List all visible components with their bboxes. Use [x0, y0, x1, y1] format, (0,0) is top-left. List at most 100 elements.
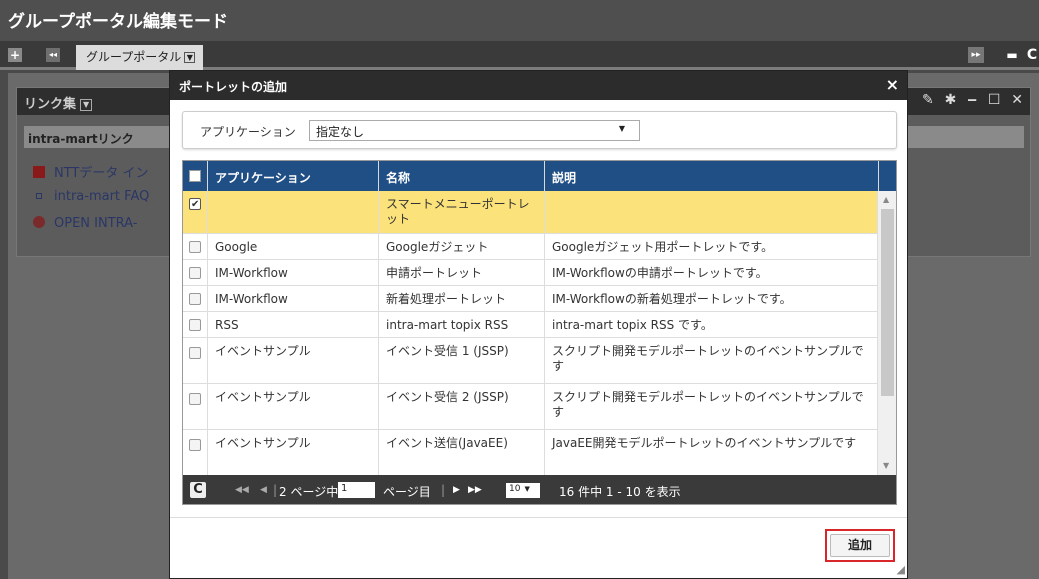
- add-button-highlight: 追加: [825, 529, 895, 562]
- scroll-down-icon[interactable]: ▼: [883, 461, 889, 470]
- checkbox-cell: [183, 338, 208, 383]
- page-suffix-label: ページ目: [383, 485, 431, 499]
- cell-description: IM-Workflowの申請ポートレットです。: [552, 266, 768, 280]
- grid-pager: C ◀◀ ◀ | 2 ページ中 1 ページ目 | ▶ ▶▶ 10 ▼ 16 件中 …: [183, 475, 896, 504]
- row-checkbox[interactable]: [189, 293, 201, 305]
- table-row[interactable]: イベントサンプル イベント送信(JavaEE) JavaEE開発モデルポートレッ…: [183, 430, 879, 475]
- grid-body: スマートメニューポートレット Google Googleガジェット Google…: [183, 191, 879, 475]
- scroll-left-icon[interactable]: ◂◂: [46, 48, 60, 62]
- grid-header: アプリケーション 名称 説明: [183, 161, 896, 191]
- pager-separator: |: [441, 483, 446, 497]
- link-label: NTTデータ イン: [54, 166, 149, 181]
- link-item-faq[interactable]: intra-mart FAQ: [33, 189, 149, 204]
- filter-label: アプリケーション: [200, 125, 296, 139]
- header-checkbox-cell: [183, 161, 208, 191]
- application-select-value: 指定なし: [316, 125, 365, 139]
- tab-group-portal[interactable]: グループポータル ▼: [76, 45, 204, 70]
- row-checkbox[interactable]: [189, 393, 201, 405]
- cell-name: イベント受信 2 (JSSP): [379, 384, 545, 429]
- row-checkbox[interactable]: [189, 439, 201, 451]
- column-header-name[interactable]: 名称: [379, 161, 545, 191]
- ntt-logo-icon: [33, 166, 45, 178]
- cell-application: イベントサンプル: [208, 384, 379, 429]
- select-all-checkbox[interactable]: [189, 170, 201, 182]
- scroll-up-icon[interactable]: ▲: [883, 195, 889, 204]
- add-portlet-dialog: ポートレットの追加 × アプリケーション 指定なし ▼ アプリケーション 名称 …: [169, 70, 908, 579]
- close-icon[interactable]: ×: [886, 75, 899, 95]
- page-size-select[interactable]: 10 ▼: [506, 483, 540, 498]
- tab-bar: + ◂◂ グループポータル ▼ ▸▸ ▬ C: [0, 41, 1039, 70]
- cell-application: イベントサンプル: [208, 430, 379, 475]
- faq-icon: [36, 193, 42, 199]
- link-item-ntt[interactable]: NTTデータ イン: [33, 162, 149, 181]
- first-page-icon[interactable]: ◀◀: [235, 485, 249, 495]
- table-row[interactable]: イベントサンプル イベント受信 1 (JSSP) スクリプト開発モデルポートレッ…: [183, 338, 879, 384]
- table-row[interactable]: RSS intra-mart topix RSS intra-mart topi…: [183, 312, 879, 338]
- record-summary: 16 件中 1 - 10 を表示: [559, 485, 681, 499]
- next-page-icon[interactable]: ▶: [453, 485, 460, 495]
- app-title: グループポータル編集モード: [0, 0, 1039, 41]
- pager-separator: |: [273, 483, 278, 497]
- cell-description: JavaEE開発モデルポートレットのイベントサンプルです: [552, 436, 857, 450]
- dialog-title-text: ポートレットの追加: [179, 80, 288, 94]
- tab-dropdown-icon[interactable]: ▼: [184, 52, 196, 63]
- checkbox-cell: [183, 260, 208, 285]
- table-row[interactable]: スマートメニューポートレット: [183, 191, 879, 234]
- portlet-grid: アプリケーション 名称 説明 スマートメニューポートレット Google Goo…: [182, 160, 897, 505]
- add-tab-icon[interactable]: +: [8, 48, 22, 62]
- scrollbar-thumb[interactable]: [881, 209, 894, 396]
- row-checkbox[interactable]: [189, 197, 201, 212]
- link-label: OPEN INTRA-: [54, 216, 138, 231]
- layout-icon[interactable]: ▬: [1004, 47, 1020, 63]
- checkbox-cell: [183, 191, 208, 233]
- cell-name: イベント受信 1 (JSSP): [379, 338, 545, 383]
- table-row[interactable]: IM-Workflow 申請ポートレット IM-Workflowの申請ポートレッ…: [183, 260, 879, 286]
- row-checkbox[interactable]: [189, 241, 201, 253]
- cell-description: [545, 191, 879, 233]
- footer-divider: [170, 517, 907, 518]
- page-count-label: 2 ページ中: [279, 485, 339, 499]
- cell-application: IM-Workflow: [208, 286, 379, 311]
- cell-description: Googleガジェット用ポートレットです。: [552, 240, 774, 254]
- settings-icon[interactable]: C: [1024, 47, 1039, 63]
- table-row[interactable]: IM-Workflow 新着処理ポートレット IM-Workflowの新着処理ポ…: [183, 286, 879, 312]
- cell-application: [208, 191, 379, 233]
- table-row[interactable]: Google Googleガジェット Googleガジェット用ポートレットです。: [183, 234, 879, 260]
- tab-label: グループポータル: [86, 50, 182, 64]
- cell-name: 新着処理ポートレット: [379, 286, 545, 311]
- cell-name: イベント送信(JavaEE): [379, 430, 545, 475]
- row-checkbox[interactable]: [189, 319, 201, 331]
- link-item-open-intra[interactable]: OPEN INTRA-: [33, 216, 137, 231]
- refresh-icon[interactable]: C: [190, 482, 206, 498]
- table-row[interactable]: イベントサンプル イベント受信 2 (JSSP) スクリプト開発モデルポートレッ…: [183, 384, 879, 430]
- cell-application: RSS: [208, 312, 379, 337]
- checkbox-cell: [183, 384, 208, 429]
- portlet-title: リンク集: [24, 97, 77, 112]
- resize-grip-icon[interactable]: ◢: [897, 563, 905, 576]
- portlet-tools-icon[interactable]: ✎ ✱ ‒ ☐ ✕: [922, 92, 1026, 108]
- column-header-application[interactable]: アプリケーション: [208, 161, 379, 191]
- row-checkbox[interactable]: [189, 267, 201, 279]
- portlet-dropdown-icon[interactable]: ▼: [80, 98, 93, 111]
- cell-name: Googleガジェット: [379, 234, 545, 259]
- cell-name: スマートメニューポートレット: [379, 191, 545, 233]
- open-intra-icon: [33, 216, 45, 228]
- dialog-title: ポートレットの追加: [170, 71, 907, 100]
- chevron-down-icon: ▼: [618, 124, 625, 133]
- page-number-input[interactable]: 1: [338, 482, 375, 498]
- cell-application: Google: [208, 234, 379, 259]
- application-select[interactable]: 指定なし ▼: [309, 120, 640, 141]
- add-button[interactable]: 追加: [830, 534, 890, 557]
- grid-scrollbar[interactable]: ▲ ▼: [877, 191, 896, 475]
- checkbox-cell: [183, 286, 208, 311]
- cell-description: intra-mart topix RSS です。: [552, 318, 713, 332]
- link-label: intra-mart FAQ: [54, 189, 150, 204]
- prev-page-icon[interactable]: ◀: [260, 485, 267, 495]
- last-page-icon[interactable]: ▶▶: [468, 485, 482, 495]
- cell-description: スクリプト開発モデルポートレットのイベントサンプルです: [552, 344, 864, 373]
- cell-description: IM-Workflowの新着処理ポートレットです。: [552, 292, 792, 306]
- cell-name: 申請ポートレット: [379, 260, 545, 285]
- scroll-right-icon[interactable]: ▸▸: [968, 47, 984, 63]
- row-checkbox[interactable]: [189, 347, 201, 359]
- column-header-description[interactable]: 説明: [545, 161, 879, 191]
